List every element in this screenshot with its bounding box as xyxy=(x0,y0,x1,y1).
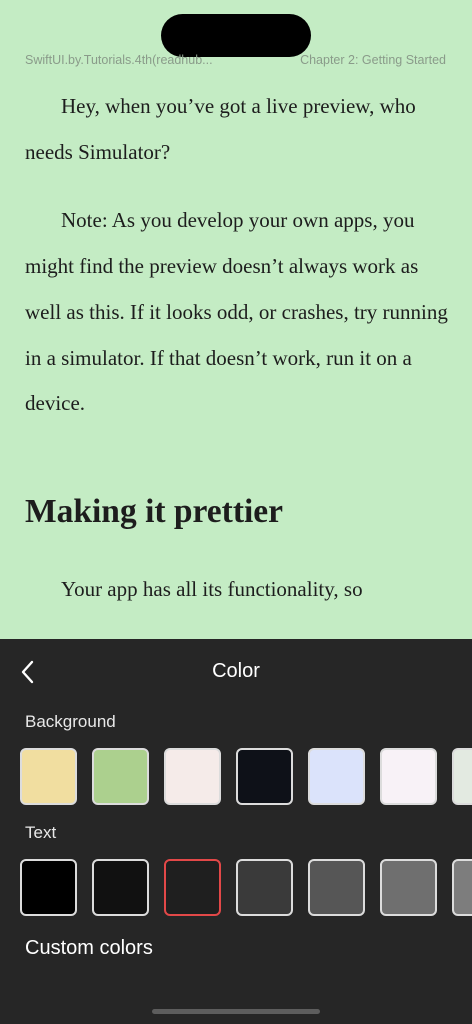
text-color-swatch[interactable] xyxy=(308,859,365,916)
color-settings-panel: Color Background Text Custom colors xyxy=(0,639,472,1024)
book-title: SwiftUI.by.Tutorials.4th(readhub... xyxy=(25,53,213,67)
background-color-swatch[interactable] xyxy=(236,748,293,805)
dynamic-island xyxy=(161,14,311,57)
text-color-swatch[interactable] xyxy=(164,859,221,916)
text-color-swatch[interactable] xyxy=(380,859,437,916)
text-color-swatch[interactable] xyxy=(92,859,149,916)
background-color-swatch[interactable] xyxy=(380,748,437,805)
text-swatches xyxy=(20,859,472,917)
text-label: Text xyxy=(25,823,57,842)
background-swatches xyxy=(20,748,472,806)
background-color-swatch[interactable] xyxy=(92,748,149,805)
panel-title: Color xyxy=(212,660,260,682)
paragraph: Hey, when you’ve got a live preview, who… xyxy=(25,94,416,164)
background-label: Background xyxy=(25,712,116,731)
paragraph: Your app has all its functionality, so xyxy=(61,576,363,601)
background-color-swatch[interactable] xyxy=(308,748,365,805)
background-color-swatch[interactable] xyxy=(164,748,221,805)
paragraph: Note: As you develop your own apps, you … xyxy=(25,208,448,416)
text-color-swatch[interactable] xyxy=(236,859,293,916)
background-color-swatch[interactable] xyxy=(20,748,77,805)
reader-content: Hey, when you’ve got a live preview, who… xyxy=(25,84,450,636)
home-indicator xyxy=(152,1009,320,1014)
background-color-swatch[interactable] xyxy=(452,748,472,805)
chapter-title: Chapter 2: Getting Started xyxy=(300,53,446,67)
text-color-swatch[interactable] xyxy=(20,859,77,916)
custom-colors-button[interactable]: Custom colors xyxy=(25,937,153,960)
section-heading: Making it prettier xyxy=(25,492,284,530)
text-color-swatch[interactable] xyxy=(452,859,472,916)
